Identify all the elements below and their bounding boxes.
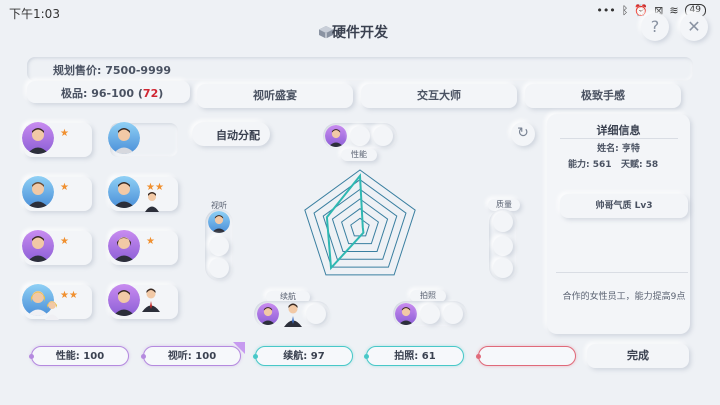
stat-audiovisual: 视听: 100 (141, 346, 241, 366)
star-rating: ★ (60, 128, 69, 139)
stat-photo: 拍照: 61 (364, 346, 464, 366)
rare-value: 72 (142, 87, 159, 100)
stat-extra (476, 346, 576, 366)
performance-staff-avatar[interactable] (325, 125, 347, 147)
staff-avatar-3 (22, 176, 54, 208)
assistant-avatar (145, 192, 159, 212)
stat-battery: 续航: 97 (253, 346, 353, 366)
star-rating: ★ (60, 182, 69, 193)
quality-slot-3[interactable] (493, 258, 513, 278)
auto-assign-button[interactable]: 自动分配 (192, 122, 270, 146)
battery-staff-avatar-1[interactable] (257, 303, 279, 325)
corner-flag-icon (233, 342, 245, 354)
staff-avatar-2 (108, 122, 140, 154)
photo-slot-3[interactable] (443, 304, 463, 324)
radar-grid-ring (341, 208, 379, 245)
audiovisual-staff-avatar[interactable] (208, 211, 230, 233)
tab-ultimate-feel[interactable]: 极致手感 (525, 84, 681, 108)
performance-slot-3[interactable] (373, 126, 393, 146)
bluetooth-icon: ᛒ (621, 4, 629, 17)
staff-avatar-4 (108, 176, 140, 208)
audiovisual-slot-3[interactable] (209, 258, 229, 278)
staff-avatar-5 (22, 230, 54, 262)
staff-avatar-1 (22, 122, 54, 154)
detail-divider (560, 138, 678, 139)
stat-dot (364, 354, 369, 359)
battery-slot-3[interactable] (306, 304, 326, 324)
detail-ability: 能力: 561 (568, 160, 612, 170)
star-rating: ★ (60, 236, 69, 247)
staff-avatar-6 (108, 230, 140, 262)
detail-name: 姓名: 亨特 (597, 144, 640, 154)
star-rating: ★ (146, 236, 155, 247)
radar-grid-ring (350, 217, 370, 237)
photo-staff-avatar[interactable] (395, 303, 417, 325)
tab-interaction-master[interactable]: 交互大师 (361, 84, 517, 108)
stat-dot (253, 354, 258, 359)
help-button[interactable]: ? (641, 13, 669, 41)
refresh-button[interactable]: ↻ (511, 122, 535, 146)
stat-dot (29, 354, 34, 359)
detail-title: 详细信息 (596, 124, 641, 137)
audiovisual-slot-2[interactable] (209, 236, 229, 256)
rare-prefix: 极品: 96-100 ( (61, 87, 143, 100)
quality-slot-2[interactable] (493, 236, 513, 256)
trait-button[interactable]: 帅哥气质 Lv3 (560, 194, 688, 218)
assistant-avatar (142, 288, 160, 312)
battery-staff-avatar-2[interactable] (282, 301, 304, 327)
star-rating: ★★ (60, 290, 78, 301)
tab-audiovisual-feast[interactable]: 视听盛宴 (197, 84, 353, 108)
star-rating: ★★ (146, 182, 164, 193)
attribute-radar-chart (304, 169, 416, 276)
close-button[interactable]: ✕ (680, 13, 708, 41)
refresh-icon: ↻ (517, 125, 529, 141)
assistant-avatar (45, 301, 59, 320)
staff-avatar-8 (108, 284, 140, 316)
detail-talent: 天赋: 58 (620, 160, 659, 170)
finish-button[interactable]: 完成 (587, 344, 689, 368)
planned-price: 规划售价: 7500-9999 (27, 57, 693, 81)
wifi-icon: ≋ (669, 4, 679, 17)
detail-stats: 能力: 561 天赋: 58 (568, 157, 658, 170)
quality-slot-1[interactable] (493, 212, 513, 232)
stat-dot (476, 354, 481, 359)
performance-slot-2[interactable] (350, 126, 370, 146)
status-time: 下午1:03 (9, 7, 60, 21)
dots-icon: ••• (596, 4, 616, 17)
rare-suffix: ) (158, 87, 164, 100)
page-title: 硬件开发 (332, 25, 388, 41)
rare-range: 极品: 96-100 (72) (27, 81, 190, 103)
detail-divider (556, 272, 688, 273)
photo-slot-2[interactable] (420, 304, 440, 324)
detail-description: 合作的女性员工，能力提高9点 (562, 292, 686, 302)
stat-dot (141, 354, 146, 359)
stat-performance: 性能: 100 (29, 346, 129, 366)
